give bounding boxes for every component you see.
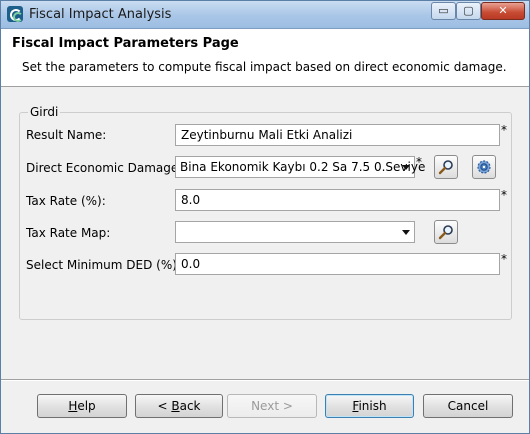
help-mnemonic: H	[68, 399, 78, 413]
direct-damage-value: Bina Ekonomik Kaybı 0.2 Sa 7.5 0.Seviye	[180, 160, 426, 174]
help-button[interactable]: Help	[37, 394, 127, 418]
maximize-button[interactable]: ▢	[456, 2, 481, 20]
title-bar[interactable]: Fiscal Impact Analysis ▭ ▢ ✕	[1, 1, 529, 29]
magnifier-icon	[438, 225, 453, 240]
window-title: Fiscal Impact Analysis	[29, 7, 172, 22]
minimize-button[interactable]: ▭	[431, 2, 456, 20]
min-ded-input[interactable]: 0.0	[175, 253, 500, 275]
next-button[interactable]: Next >	[227, 394, 317, 418]
page-description: Set the parameters to compute fiscal imp…	[22, 60, 507, 74]
required-marker: *	[501, 123, 507, 137]
footer-separator-highlight	[1, 380, 529, 381]
dialog-window: Fiscal Impact Analysis ▭ ▢ ✕ Fiscal Impa…	[0, 0, 530, 434]
required-marker: *	[501, 188, 507, 202]
result-name-input[interactable]: Zeytinburnu Mali Etki Analizi	[175, 124, 500, 146]
tax-rate-input[interactable]: 8.0	[175, 189, 500, 211]
help-label: elp	[77, 399, 96, 413]
browse-tax-map-button[interactable]	[434, 220, 458, 244]
browse-damage-button[interactable]	[434, 155, 458, 179]
back-mnemonic: B	[171, 399, 180, 413]
app-icon	[7, 6, 23, 22]
page-header: Fiscal Impact Parameters Page Set the pa…	[1, 29, 529, 87]
back-prefix: <	[157, 399, 172, 413]
result-name-label: Result Name:	[26, 128, 107, 142]
required-marker: *	[416, 155, 422, 169]
min-ded-label: Select Minimum DED (%):	[26, 258, 181, 272]
direct-damage-select[interactable]: Bina Ekonomik Kaybı 0.2 Sa 7.5 0.Seviye	[175, 156, 425, 178]
finish-button[interactable]: Finish	[325, 394, 414, 418]
tax-rate-label: Tax Rate (%):	[26, 194, 106, 208]
configure-damage-button[interactable]	[472, 155, 496, 179]
gear-icon	[477, 160, 491, 174]
direct-damage-label: Direct Economic Damage:	[26, 161, 183, 175]
magnifier-icon	[438, 160, 453, 175]
back-button[interactable]: < Back	[135, 394, 223, 418]
cancel-button[interactable]: Cancel	[423, 394, 513, 418]
page-title: Fiscal Impact Parameters Page	[12, 36, 239, 51]
finish-label: inish	[358, 399, 387, 413]
back-label: ack	[179, 399, 201, 413]
group-label: Girdi	[28, 105, 61, 119]
close-button[interactable]: ✕	[481, 2, 525, 20]
chevron-down-icon	[402, 230, 410, 235]
chevron-down-icon	[402, 165, 410, 170]
required-marker: *	[501, 252, 507, 266]
tax-rate-map-select[interactable]	[175, 221, 415, 243]
tax-rate-map-label: Tax Rate Map:	[26, 226, 111, 240]
